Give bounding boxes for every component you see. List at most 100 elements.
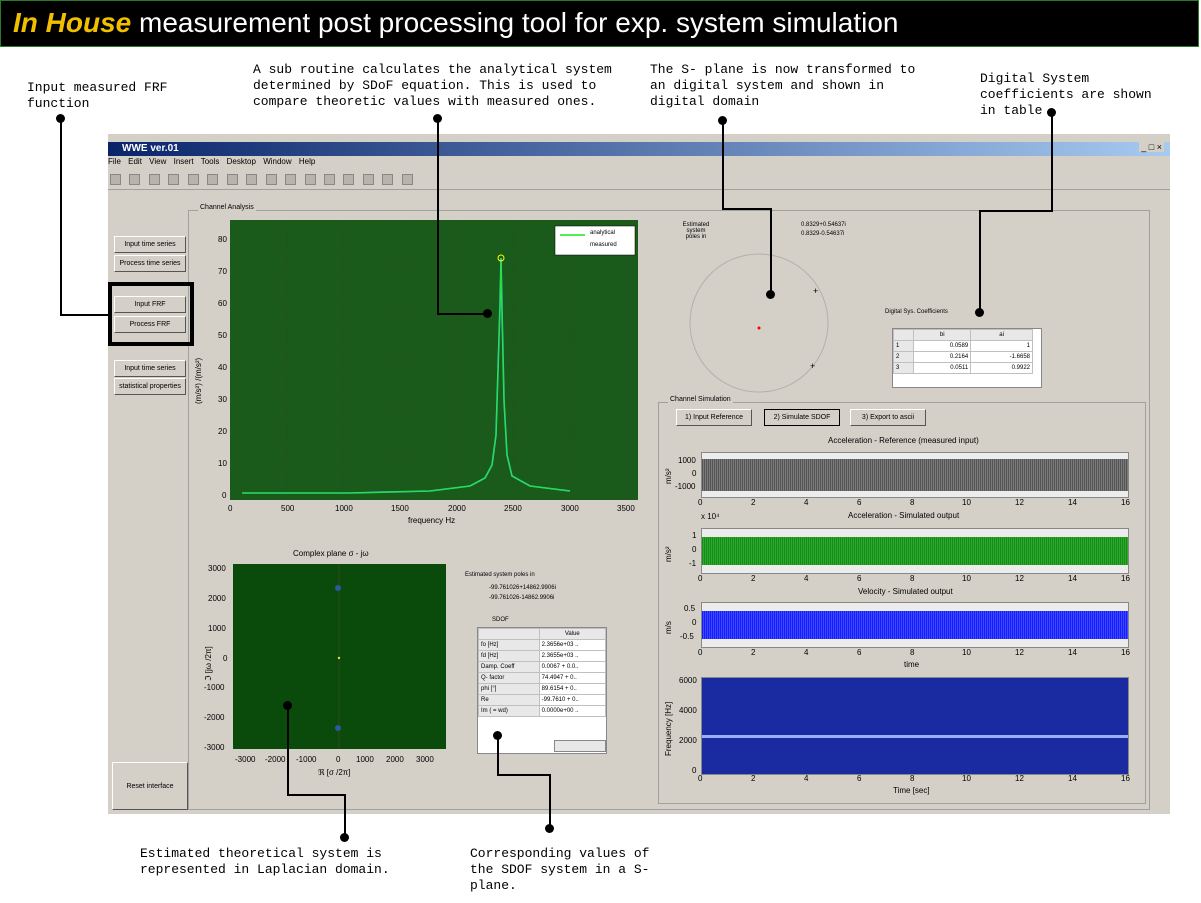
- coeff-ai-value[interactable]: 0.9922: [970, 362, 1033, 374]
- sdof-value[interactable]: 0.0000e+00 ..: [538, 705, 607, 717]
- window-controls[interactable]: _ □ ×: [1139, 142, 1164, 152]
- sim-plot2-ytick: 1: [692, 531, 697, 540]
- leader-dot: [545, 824, 554, 833]
- slide-title-rest: measurement post processing tool for exp…: [131, 7, 899, 38]
- complex-ytick: -1000: [204, 683, 225, 692]
- input-time-series-2-button[interactable]: Input time series: [114, 360, 186, 377]
- legend-icon[interactable]: [362, 174, 374, 185]
- sdof-value[interactable]: 2.3655e+03 ..: [538, 650, 607, 662]
- xtick: 14: [1068, 648, 1077, 657]
- simulate-sdof-button[interactable]: 2) Simulate SDOF: [764, 409, 840, 426]
- sdof-value[interactable]: 89.6154 + 0..: [538, 683, 607, 695]
- process-time-series-button[interactable]: Process time series: [114, 255, 186, 272]
- sdof-row-label: phi [°]: [478, 683, 540, 695]
- table-row: phi [°] 89.6154 + 0..: [478, 683, 607, 695]
- spec-ytick: 6000: [679, 676, 697, 685]
- open-file-icon[interactable]: [129, 174, 141, 185]
- colorbar-icon[interactable]: [343, 174, 355, 185]
- sim-plot1-signal: [702, 459, 1128, 491]
- xtick: 4: [804, 498, 809, 507]
- table-row: Value: [478, 628, 607, 640]
- coeff-ai-value[interactable]: -1.6658: [970, 351, 1033, 363]
- frf-ytick: 60: [218, 299, 227, 308]
- print-icon[interactable]: [168, 174, 180, 185]
- spec-ytick: 0: [692, 766, 697, 775]
- sim-plot1-xticks: 0 2 4 6 8 10 12 14 16: [698, 498, 1134, 508]
- link-icon[interactable]: [323, 174, 335, 185]
- coeff-row-index: 1: [892, 340, 915, 352]
- coeff-bi-value[interactable]: 0.2164: [913, 351, 972, 363]
- xtick: 0: [698, 574, 703, 583]
- brush-icon[interactable]: [304, 174, 316, 185]
- frf-ytick: 70: [218, 267, 227, 276]
- sdof-grid: Value fo [Hz] 2.3656e+03 .. fd [Hz] 2.3655…: [478, 628, 607, 717]
- zoom-in-icon[interactable]: [207, 174, 219, 185]
- frf-plot: analytical measured: [230, 220, 638, 500]
- menu-edit[interactable]: Edit: [128, 157, 142, 166]
- menu-tools[interactable]: Tools: [201, 157, 220, 166]
- save-icon[interactable]: [148, 174, 160, 185]
- frf-xtick: 1500: [391, 504, 409, 513]
- sdof-hscrollbar[interactable]: [554, 740, 606, 752]
- digital-est-label: Estimated system poles in: [682, 222, 710, 240]
- sdof-value[interactable]: -99.7610 + 0..: [538, 694, 607, 706]
- menu-window[interactable]: Window: [263, 157, 291, 166]
- leader-line: [979, 210, 1053, 212]
- spec-xticks: 0 2 4 6 8 10 12 14 16: [698, 774, 1134, 784]
- sim-plot1-ytick: 1000: [678, 456, 696, 465]
- table-row: bi ai: [892, 329, 1033, 341]
- data-cursor-icon[interactable]: [285, 174, 297, 185]
- xtick: 16: [1121, 498, 1130, 507]
- sdof-row-label: Damp. Coeff: [478, 661, 540, 673]
- sdof-row-label: Q- factor: [478, 672, 540, 684]
- leader-dot: [1047, 108, 1056, 117]
- coeff-table: bi ai 1 0.0589 1 2 0.2164 -1.6658 3 0.0511 0.99…: [892, 328, 1042, 388]
- xtick: 0: [698, 774, 703, 783]
- xtick: 6: [857, 574, 862, 583]
- annotation-sdof-values: Corresponding values of the SDOF system …: [470, 846, 650, 893]
- rotate-icon[interactable]: [265, 174, 277, 185]
- sdof-value[interactable]: 2.3656e+03 ..: [538, 639, 607, 651]
- zoom-out-icon[interactable]: [226, 174, 238, 185]
- leader-line: [722, 120, 724, 209]
- export-ascii-button[interactable]: 3) Export to ascii: [850, 409, 926, 426]
- xtick: 12: [1015, 648, 1024, 657]
- new-file-icon[interactable]: [110, 174, 121, 185]
- statistical-properties-button[interactable]: statistical properties: [114, 378, 186, 395]
- complex-pole-upper: [335, 585, 341, 591]
- sdof-value[interactable]: 74.4947 + 0..: [538, 672, 607, 684]
- sdof-value[interactable]: 0.0067 + 0.0..: [538, 661, 607, 673]
- pole-1-value: -99.761026+14862.9906i: [489, 585, 556, 591]
- pan-icon[interactable]: [246, 174, 258, 185]
- menu-desktop[interactable]: Desktop: [227, 157, 256, 166]
- xtick: 8: [910, 498, 915, 507]
- menu-insert[interactable]: Insert: [174, 157, 194, 166]
- show-tools-icon[interactable]: [401, 174, 413, 185]
- sim-plot3-ytick: -0.5: [680, 632, 694, 641]
- reset-interface-button[interactable]: Reset interface: [112, 762, 188, 810]
- menu-help[interactable]: Help: [299, 157, 315, 166]
- table-row: 1 0.0589 1: [892, 340, 1033, 352]
- frf-ytick: 50: [218, 331, 227, 340]
- pole-2-value: -99.761026-14862.9906i: [489, 595, 555, 601]
- xtick: 8: [910, 774, 915, 783]
- input-time-series-button[interactable]: Input time series: [114, 236, 186, 253]
- sim-plot2-ytick: -1: [689, 559, 697, 568]
- coeff-bi-value[interactable]: 0.0511: [913, 362, 972, 374]
- xtick: 4: [804, 574, 809, 583]
- menu-file[interactable]: File: [108, 157, 121, 166]
- coeff-bi-value[interactable]: 0.0589: [913, 340, 972, 352]
- sim-plot2-xticks: 0 2 4 6 8 10 12 14 16: [698, 574, 1134, 584]
- xtick: 12: [1015, 574, 1024, 583]
- frf-xtick: 3000: [561, 504, 579, 513]
- pointer-icon[interactable]: [187, 174, 199, 185]
- menu-view[interactable]: View: [149, 157, 166, 166]
- xtick: 2: [751, 574, 756, 583]
- complex-pole-lower: [335, 725, 341, 731]
- hide-tools-icon[interactable]: [382, 174, 394, 185]
- frf-plot-svg: [230, 220, 638, 500]
- leader-dot: [340, 833, 349, 842]
- coeff-ai-value[interactable]: 1: [970, 340, 1033, 352]
- input-reference-button[interactable]: 1) Input Reference: [676, 409, 752, 426]
- xtick: 2: [751, 498, 756, 507]
